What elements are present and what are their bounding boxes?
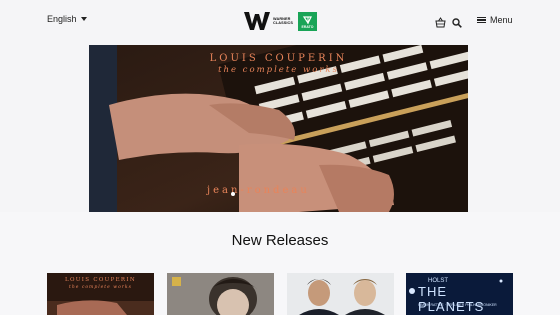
erato-label: ERATO: [301, 24, 314, 29]
release-title: LOUIS COUPERIN: [65, 277, 136, 283]
language-label: English: [47, 14, 77, 24]
brand-logos[interactable]: WARNER CLASSICS ERATO: [244, 11, 317, 31]
caret-down-icon: [80, 17, 87, 21]
brand-line2: CLASSICS: [273, 21, 293, 25]
hero-subtitle: the complete works: [218, 65, 339, 75]
site-header: English WARNER CLASSICS ERATO Menu: [0, 0, 560, 44]
release-card-couperin[interactable]: LOUIS COUPERIN the complete works: [47, 273, 154, 315]
release-cover-image: [287, 273, 394, 315]
warner-classics-logo[interactable]: WARNER CLASSICS: [244, 11, 293, 31]
basket-button[interactable]: [435, 15, 446, 33]
basket-icon: [435, 17, 446, 28]
menu-button[interactable]: Menu: [477, 15, 513, 25]
language-selector[interactable]: English: [47, 14, 87, 24]
hero-artist: jean-rondeau: [207, 185, 310, 196]
release-title: THE PLANETS: [418, 284, 485, 314]
search-icon: [452, 18, 462, 28]
hero-title: LOUIS COUPERIN: [209, 53, 348, 64]
search-button[interactable]: [452, 15, 462, 33]
release-subtitle: the complete works: [69, 285, 132, 290]
release-card-planets[interactable]: HOLST THE PLANETS SIMON RATTLE · BERLINE…: [406, 273, 513, 315]
carousel-indicator[interactable]: [231, 192, 235, 196]
hamburger-icon: [477, 16, 486, 24]
hero-banner[interactable]: LOUIS COUPERIN the complete works jean-r…: [89, 45, 468, 212]
release-cover-image: [167, 273, 274, 315]
release-card-portrait[interactable]: [167, 273, 274, 315]
release-card-duo[interactable]: [287, 273, 394, 315]
menu-label: Menu: [490, 15, 513, 25]
erato-logo[interactable]: ERATO: [298, 11, 317, 31]
erato-badge-icon: [172, 277, 181, 286]
new-releases-title: New Releases: [231, 232, 329, 249]
release-performers: SIMON RATTLE · BERLINER PHILHARMONIKER: [418, 303, 497, 307]
warner-w-icon: [244, 12, 270, 30]
